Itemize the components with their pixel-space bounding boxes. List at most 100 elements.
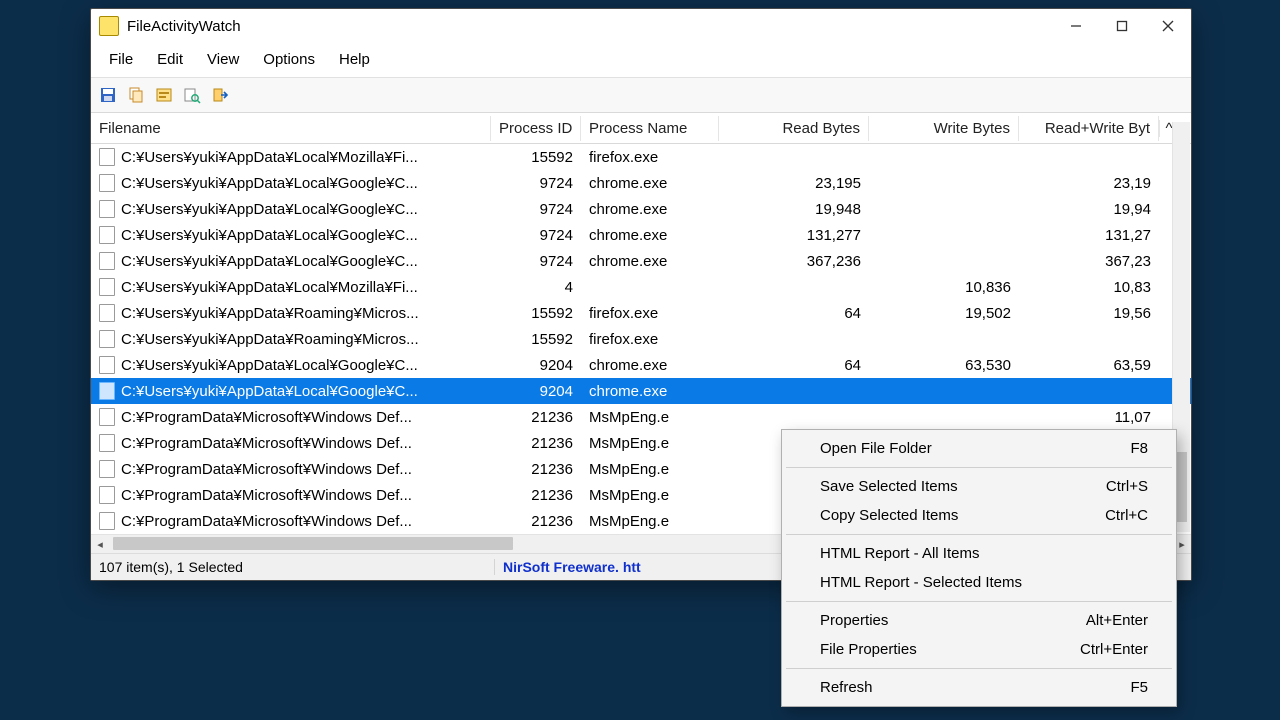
table-row[interactable]: C:¥Users¥yuki¥AppData¥Roaming¥Micros...1… (91, 326, 1191, 352)
save-icon[interactable] (97, 84, 119, 106)
col-filename[interactable]: Filename (91, 116, 491, 141)
menu-accel: Ctrl+C (1105, 507, 1148, 524)
context-menu-item[interactable]: Copy Selected ItemsCtrl+C (784, 501, 1174, 530)
scroll-left-icon[interactable]: ◂ (91, 535, 109, 553)
menu-view[interactable]: View (195, 49, 251, 70)
file-icon (99, 226, 115, 244)
col-process-id[interactable]: Process ID (491, 116, 581, 141)
cell-pid: 9724 (491, 253, 581, 270)
cell-filename: C:¥ProgramData¥Microsoft¥Windows Def... (121, 409, 412, 426)
cell-filename: C:¥Users¥yuki¥AppData¥Local¥Google¥C... (121, 357, 418, 374)
app-window: FileActivityWatch File Edit View Options… (90, 8, 1192, 581)
cell-process-name: firefox.exe (581, 305, 719, 322)
table-row[interactable]: C:¥Users¥yuki¥AppData¥Local¥Google¥C...9… (91, 352, 1191, 378)
cell-read: 23,195 (719, 175, 869, 192)
find-icon[interactable] (181, 84, 203, 106)
file-icon (99, 486, 115, 504)
menubar: File Edit View Options Help (91, 43, 1191, 78)
context-menu-item[interactable]: HTML Report - All Items (784, 539, 1174, 568)
cell-filename: C:¥ProgramData¥Microsoft¥Windows Def... (121, 513, 412, 530)
menu-accel: F8 (1130, 440, 1148, 457)
properties-icon[interactable] (153, 84, 175, 106)
cell-pid: 9204 (491, 383, 581, 400)
close-button[interactable] (1145, 9, 1191, 43)
status-link[interactable]: NirSoft Freeware. htt (495, 559, 641, 575)
menu-edit[interactable]: Edit (145, 49, 195, 70)
col-write-bytes[interactable]: Write Bytes (869, 116, 1019, 141)
menu-help[interactable]: Help (327, 49, 382, 70)
titlebar[interactable]: FileActivityWatch (91, 9, 1191, 43)
table-row[interactable]: C:¥Users¥yuki¥AppData¥Local¥Google¥C...9… (91, 248, 1191, 274)
menu-file[interactable]: File (97, 49, 145, 70)
cell-pid: 15592 (491, 305, 581, 322)
col-read-bytes[interactable]: Read Bytes (719, 116, 869, 141)
cell-rw: 10,83 (1019, 279, 1159, 296)
column-header-row: Filename Process ID Process Name Read By… (91, 113, 1191, 144)
context-menu-item[interactable]: RefreshF5 (784, 673, 1174, 702)
table-row[interactable]: C:¥Users¥yuki¥AppData¥Local¥Google¥C...9… (91, 222, 1191, 248)
h-scroll-thumb[interactable] (113, 537, 513, 550)
context-menu: Open File FolderF8 Save Selected Items Ctr… (781, 429, 1177, 707)
copy-icon[interactable] (125, 84, 147, 106)
file-icon (99, 200, 115, 218)
cell-process-name: firefox.exe (581, 149, 719, 166)
table-row[interactable]: C:¥Users¥yuki¥AppData¥Roaming¥Micros...1… (91, 300, 1191, 326)
table-row[interactable]: C:¥Users¥yuki¥AppData¥Local¥Mozilla¥Fi..… (91, 274, 1191, 300)
cell-process-name: firefox.exe (581, 331, 719, 348)
toolbar (91, 78, 1191, 113)
table-row[interactable]: C:¥Users¥yuki¥AppData¥Local¥Google¥C...9… (91, 196, 1191, 222)
context-menu-item[interactable]: HTML Report - Selected Items (784, 568, 1174, 597)
menu-accel: Ctrl+S (1106, 478, 1148, 495)
minimize-button[interactable] (1053, 9, 1099, 43)
cell-write: 63,530 (869, 357, 1019, 374)
cell-process-name: chrome.exe (581, 201, 719, 218)
cell-write: 19,502 (869, 305, 1019, 322)
cell-read: 131,277 (719, 227, 869, 244)
file-icon (99, 252, 115, 270)
cell-read: 19,948 (719, 201, 869, 218)
cell-read: 64 (719, 357, 869, 374)
cell-process-name: MsMpEng.e (581, 409, 719, 426)
menu-separator (786, 601, 1172, 602)
menu-options[interactable]: Options (251, 49, 327, 70)
maximize-button[interactable] (1099, 9, 1145, 43)
cell-filename: C:¥ProgramData¥Microsoft¥Windows Def... (121, 487, 412, 504)
col-rw-bytes[interactable]: Read+Write Byt (1019, 116, 1159, 141)
cell-filename: C:¥ProgramData¥Microsoft¥Windows Def... (121, 435, 412, 452)
context-menu-item[interactable]: File PropertiesCtrl+Enter (784, 635, 1174, 664)
file-icon (99, 382, 115, 400)
cell-rw: 23,19 (1019, 175, 1159, 192)
cell-filename: C:¥Users¥yuki¥AppData¥Local¥Google¥C... (121, 201, 418, 218)
cell-rw: 63,59 (1019, 357, 1159, 374)
cell-process-name: chrome.exe (581, 253, 719, 270)
table-row[interactable]: C:¥Users¥yuki¥AppData¥Local¥Google¥C...9… (91, 378, 1191, 404)
cell-pid: 9724 (491, 175, 581, 192)
col-process-name[interactable]: Process Name (581, 116, 719, 141)
context-menu-item[interactable]: Open File FolderF8 (784, 434, 1174, 463)
cell-rw: 11,07 (1019, 409, 1159, 426)
app-icon (99, 16, 119, 36)
menu-label: File Properties (820, 641, 917, 658)
cell-pid: 4 (491, 279, 581, 296)
cell-process-name: MsMpEng.e (581, 513, 719, 530)
context-menu-item[interactable]: PropertiesAlt+Enter (784, 606, 1174, 635)
table-row[interactable]: C:¥ProgramData¥Microsoft¥Windows Def...2… (91, 404, 1191, 430)
cell-write: 10,836 (869, 279, 1019, 296)
table-row[interactable]: C:¥Users¥yuki¥AppData¥Local¥Google¥C... 9… (91, 170, 1191, 196)
menu-label: Save Selected Items (820, 478, 958, 495)
exit-icon[interactable] (209, 84, 231, 106)
cell-filename: C:¥ProgramData¥Microsoft¥Windows Def... (121, 461, 412, 478)
menu-label: Refresh (820, 679, 873, 696)
file-icon (99, 434, 115, 452)
cell-filename: C:¥Users¥yuki¥AppData¥Local¥Google¥C... (121, 175, 418, 192)
cell-rw: 19,94 (1019, 201, 1159, 218)
table-row[interactable]: C:¥Users¥yuki¥AppData¥Local¥Mozilla¥Fi..… (91, 144, 1191, 170)
cell-process-name: chrome.exe (581, 383, 719, 400)
cell-rw: 19,56 (1019, 305, 1159, 322)
menu-label: HTML Report - Selected Items (820, 574, 1022, 591)
file-icon (99, 330, 115, 348)
context-menu-item[interactable]: Save Selected Items Ctrl+S (784, 472, 1174, 501)
menu-separator (786, 534, 1172, 535)
file-icon (99, 460, 115, 478)
cell-filename: C:¥Users¥yuki¥AppData¥Local¥Mozilla¥Fi..… (121, 279, 418, 296)
